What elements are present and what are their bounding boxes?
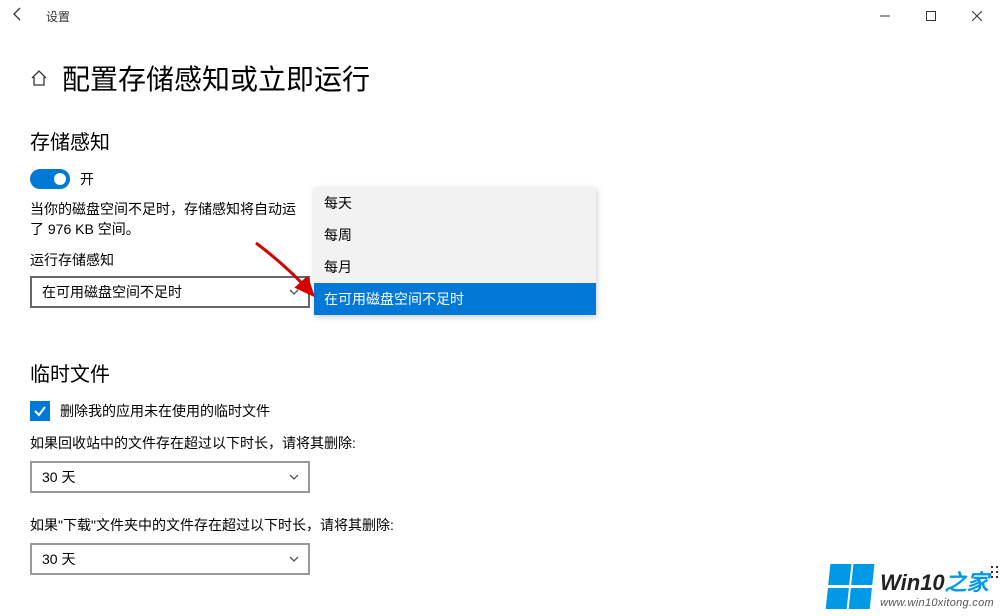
chevron-down-icon: [288, 553, 300, 565]
select-value: 30 天: [42, 549, 75, 569]
close-button[interactable]: [954, 0, 1000, 32]
watermark-brand-b: 之家: [945, 570, 989, 595]
watermark-url: www.win10xitong.com: [880, 597, 994, 609]
downloads-folder-label: 如果"下载"文件夹中的文件存在超过以下时长，请将其删除:: [30, 515, 970, 535]
temp-files-section: 临时文件 删除我的应用未在使用的临时文件 如果回收站中的文件存在超过以下时长，请…: [30, 358, 970, 575]
select-value: 在可用磁盘空间不足时: [42, 282, 182, 302]
dropdown-option-daily[interactable]: 每天: [314, 187, 596, 219]
maximize-button[interactable]: [908, 0, 954, 32]
chevron-down-icon: [288, 471, 300, 483]
recycle-bin-select[interactable]: 30 天: [30, 461, 310, 493]
select-value: 30 天: [42, 467, 75, 487]
watermark-brand-a: Win10: [880, 570, 945, 595]
titlebar: 设置: [0, 0, 1000, 32]
run-storage-sense-dropdown: 每天 每周 每月 在可用磁盘空间不足时: [314, 187, 596, 315]
dropdown-option-monthly[interactable]: 每月: [314, 251, 596, 283]
windows-logo-icon: [826, 564, 877, 610]
temp-files-heading: 临时文件: [30, 358, 970, 387]
dropdown-option-weekly[interactable]: 每周: [314, 219, 596, 251]
resize-grip-icon: [991, 566, 998, 578]
app-title: 设置: [46, 8, 70, 25]
page-title: 配置存储感知或立即运行: [62, 58, 370, 98]
watermark: Win10之家 www.win10xitong.com: [828, 564, 994, 610]
storage-sense-toggle[interactable]: [30, 169, 70, 189]
home-icon[interactable]: [30, 69, 48, 87]
downloads-folder-select[interactable]: 30 天: [30, 543, 310, 575]
storage-sense-heading: 存储感知: [30, 126, 970, 155]
storage-sense-description: 当你的磁盘空间不足时，存储感知将自动运 了 976 KB 空间。: [30, 199, 340, 240]
delete-temp-files-checkbox[interactable]: [30, 401, 50, 421]
toggle-label: 开: [80, 169, 94, 189]
dropdown-option-lowspace[interactable]: 在可用磁盘空间不足时: [314, 283, 596, 315]
back-button[interactable]: [10, 6, 26, 27]
minimize-button[interactable]: [862, 0, 908, 32]
annotation-arrow: [248, 237, 328, 310]
window-controls: [862, 0, 1000, 32]
delete-temp-files-label: 删除我的应用未在使用的临时文件: [60, 401, 270, 421]
recycle-bin-label: 如果回收站中的文件存在超过以下时长，请将其删除:: [30, 433, 970, 453]
